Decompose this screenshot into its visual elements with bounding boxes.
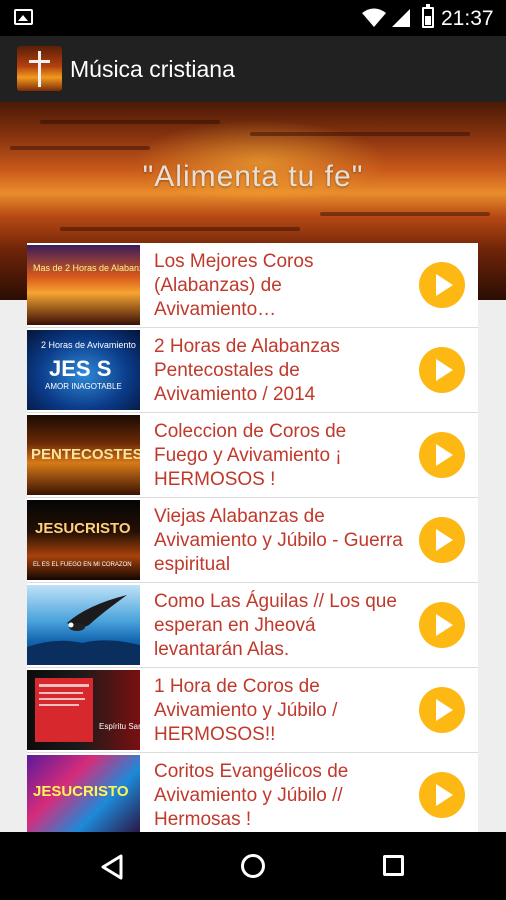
play-icon (436, 699, 453, 721)
list-item[interactable]: Mas de 2 Horas de Alabanza !! Los Mejore… (27, 243, 478, 328)
banner-title: "Alimenta tu fe" (142, 160, 364, 193)
video-title: Viejas Alabanzas de Avivamiento y Júbilo… (154, 506, 403, 575)
play-button[interactable] (419, 602, 465, 648)
video-thumbnail: Mas de 2 Horas de Alabanza !! (27, 245, 140, 325)
play-button[interactable] (419, 347, 465, 393)
recents-icon[interactable] (383, 855, 404, 876)
video-thumbnail: JESUCRISTO (27, 755, 140, 832)
play-icon (436, 614, 453, 636)
battery-icon (422, 4, 434, 28)
list-item[interactable]: 2 Horas de Avivamiento JES S AMOR INAGOT… (27, 328, 478, 413)
video-title: Como Las Águilas // Los que esperan en J… (154, 591, 397, 660)
play-icon (436, 784, 453, 806)
play-icon (436, 359, 453, 381)
app-bar: Música cristiana (0, 36, 506, 102)
play-button[interactable] (419, 262, 465, 308)
navigation-bar (0, 832, 506, 900)
play-button[interactable] (419, 687, 465, 733)
video-title: Coritos Evangélicos de Avivamiento y Júb… (154, 761, 349, 830)
video-title: Los Mejores Coros (Alabanzas) de Avivami… (154, 251, 314, 320)
play-icon (436, 444, 453, 466)
app-logo (17, 46, 62, 91)
list-item[interactable]: Como Las Águilas // Los que esperan en J… (27, 583, 478, 668)
play-icon (436, 274, 453, 296)
play-button[interactable] (419, 772, 465, 818)
video-title: Coleccion de Coros de Fuego y Avivamient… (154, 421, 347, 490)
play-button[interactable] (419, 517, 465, 563)
eagle-icon (27, 595, 140, 665)
wifi-icon (362, 8, 386, 27)
app-title: Música cristiana (70, 56, 235, 82)
play-button[interactable] (419, 432, 465, 478)
video-thumbnail: Espíritu Santo (27, 670, 140, 750)
video-thumbnail: PENTECOSTES (27, 415, 140, 495)
list-item[interactable]: JESUCRISTO EL ES EL FUEGO EN MI CORAZON … (27, 498, 478, 583)
video-thumbnail: 2 Horas de Avivamiento JES S AMOR INAGOT… (27, 330, 140, 410)
list-item[interactable]: PENTECOSTES Coleccion de Coros de Fuego … (27, 413, 478, 498)
status-bar: 21:37 (0, 0, 506, 36)
list-item[interactable]: JESUCRISTO Coritos Evangélicos de Avivam… (27, 753, 478, 832)
play-icon (436, 529, 453, 551)
list-item[interactable]: Espíritu Santo 1 Hora de Coros de Avivam… (27, 668, 478, 753)
status-time: 21:37 (441, 7, 494, 30)
signal-icon (392, 9, 410, 27)
image-icon (14, 9, 33, 25)
home-icon[interactable] (241, 854, 265, 878)
video-thumbnail: JESUCRISTO EL ES EL FUEGO EN MI CORAZON (27, 500, 140, 580)
video-title: 1 Hora de Coros de Avivamiento y Júbilo … (154, 676, 338, 745)
video-thumbnail (27, 585, 140, 665)
video-list: Mas de 2 Horas de Alabanza !! Los Mejore… (27, 243, 478, 832)
video-title: 2 Horas de Alabanzas Pentecostales de Av… (154, 336, 340, 405)
back-icon[interactable] (100, 854, 124, 880)
